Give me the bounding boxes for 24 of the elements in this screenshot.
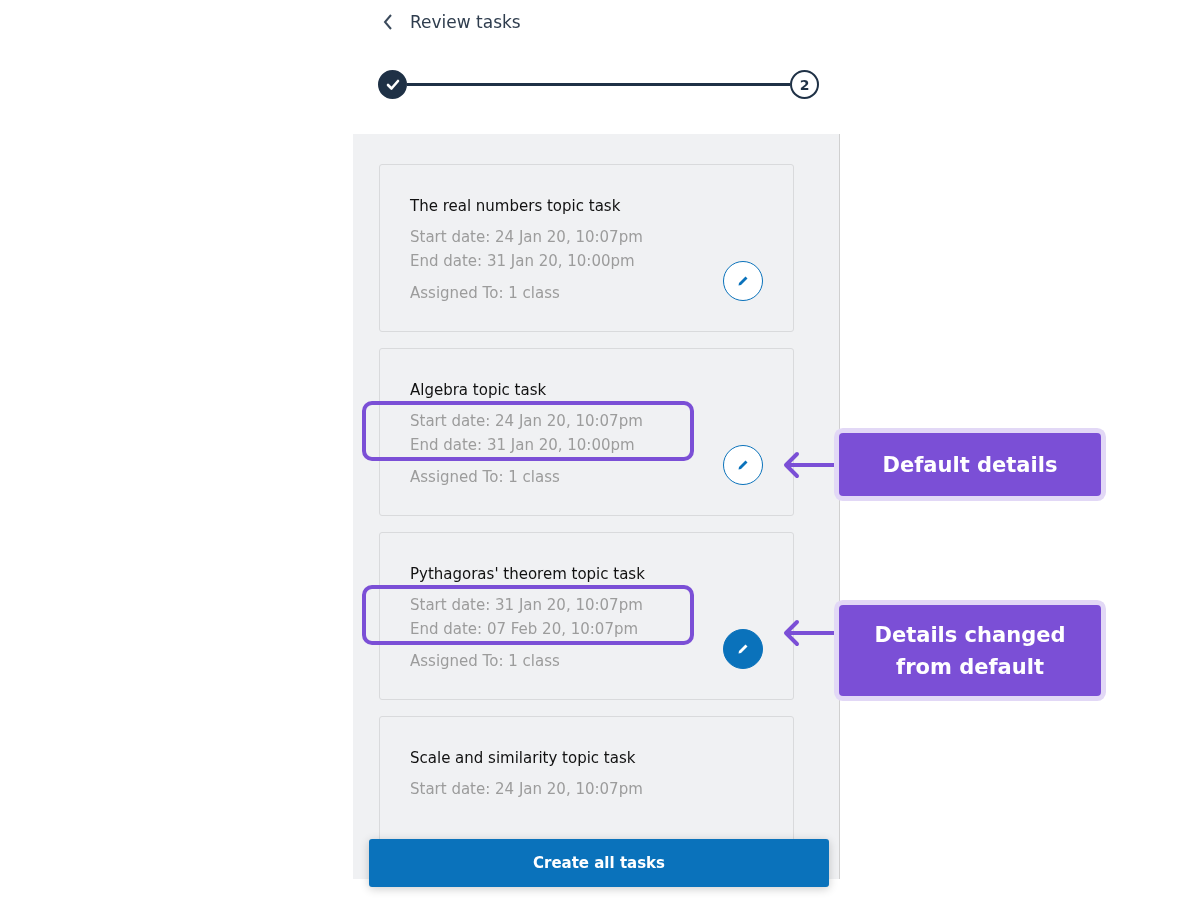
- end-date-text: End date: 31 Jan 20, 10:00pm: [410, 435, 635, 456]
- pencil-icon: [737, 275, 749, 287]
- pencil-icon: [737, 459, 749, 471]
- start-date-text: Start date: 24 Jan 20, 10:07pm: [410, 779, 643, 800]
- assigned-to-text: Assigned To: 1 class: [410, 467, 560, 488]
- start-date-text: Start date: 24 Jan 20, 10:07pm: [410, 227, 643, 248]
- edit-pencil-button[interactable]: [723, 629, 763, 669]
- start-date-text: Start date: 24 Jan 20, 10:07pm: [410, 411, 643, 432]
- task-title: Algebra topic task: [410, 381, 548, 399]
- start-date-text: Start date: 31 Jan 20, 10:07pm: [410, 595, 643, 616]
- step-number: 2: [790, 70, 819, 99]
- edit-pencil-button[interactable]: [723, 445, 763, 485]
- assigned-to-text: Assigned To: 1 class: [410, 651, 560, 672]
- task-title: The real numbers topic task: [410, 197, 622, 215]
- edit-pencil-button[interactable]: [723, 261, 763, 301]
- page-title: Review tasks: [410, 12, 521, 32]
- end-date-text: End date: 31 Jan 20, 10:00pm: [410, 251, 635, 272]
- pencil-icon: [737, 643, 749, 655]
- end-date-text: End date: 07 Feb 20, 10:07pm: [410, 619, 639, 640]
- assigned-to-text: Assigned To: 1 class: [410, 283, 560, 304]
- task-title: Scale and similarity topic task: [410, 749, 637, 767]
- back-chevron-icon[interactable]: [383, 14, 393, 30]
- task-title: Pythagoras' theorem topic task: [410, 565, 646, 583]
- create-all-tasks-button[interactable]: Create all tasks: [369, 839, 829, 887]
